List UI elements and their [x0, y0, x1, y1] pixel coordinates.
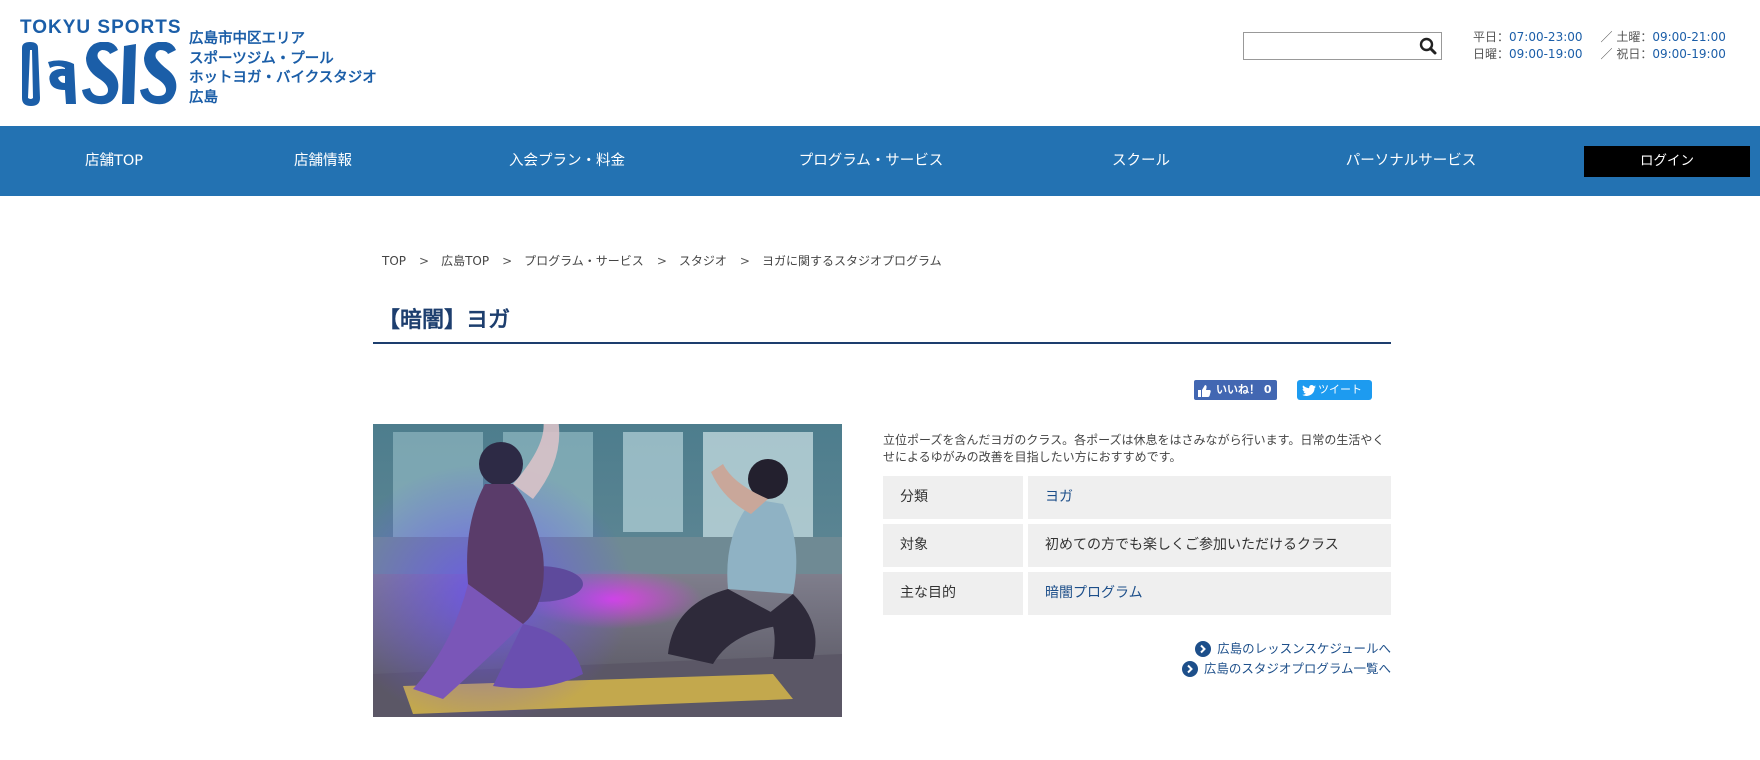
tweet-label: ツイート: [1318, 383, 1362, 396]
breadcrumb-top[interactable]: TOP: [382, 254, 406, 268]
sunday-label: 日曜：: [1473, 46, 1510, 61]
store-name-block[interactable]: 広島市中区エリア スポーツジム・プール ホットヨガ・バイクスタジオ 広島: [189, 30, 377, 108]
breadcrumb-separator: >: [739, 254, 750, 268]
title-divider: [373, 342, 1391, 344]
store-line-city: 広島: [189, 89, 218, 106]
search-icon[interactable]: [1419, 37, 1437, 59]
nav-item-personal[interactable]: パーソナルサービス: [1346, 126, 1477, 196]
store-line-gym: スポーツジム・プール: [189, 50, 334, 67]
info-label: 対象: [883, 524, 1023, 567]
site-header: TOKYU SPORTS 広島市中区エリア スポーツジム・プール ホットヨガ・バ…: [0, 0, 1760, 126]
lesson-schedule-link-label: 広島のレッスンスケジュールへ: [1217, 641, 1391, 656]
circle-arrow-right-icon: [1181, 661, 1198, 682]
search-box: [1243, 32, 1442, 60]
breadcrumb-programs[interactable]: プログラム・サービス: [524, 252, 644, 269]
info-row-category: 分類 ヨガ: [883, 476, 1391, 519]
login-button[interactable]: ログイン: [1584, 146, 1750, 177]
like-label: いいね！ 0: [1216, 383, 1272, 396]
info-value-purpose-link[interactable]: 暗闇プログラム: [1028, 572, 1391, 615]
thumbs-up-icon: [1198, 384, 1211, 404]
weekday-hours: 07:00-23:00: [1509, 30, 1583, 44]
nav-item-store-top[interactable]: 店舗TOP: [85, 126, 143, 196]
breadcrumb-studio[interactable]: スタジオ: [679, 252, 727, 269]
info-label: 主な目的: [883, 572, 1023, 615]
store-line-studio: ホットヨガ・バイクスタジオ: [189, 70, 377, 86]
info-label: 分類: [883, 476, 1023, 519]
oasis-logo[interactable]: [18, 42, 183, 106]
facebook-like-button[interactable]: いいね！ 0: [1194, 380, 1277, 400]
weekday-label: 平日：: [1473, 30, 1510, 44]
breadcrumb-hiroshima-top[interactable]: 広島TOP: [441, 252, 489, 269]
nav-item-plans[interactable]: 入会プラン・料金: [509, 126, 625, 196]
main-nav: 店舗TOP 店舗情報 入会プラン・料金 プログラム・サービス スクール パーソナ…: [0, 126, 1760, 196]
sunday-hours: 09:00-19:00: [1509, 46, 1583, 61]
brand-top-text[interactable]: TOKYU SPORTS: [20, 17, 182, 39]
breadcrumb: TOP > 広島TOP > プログラム・サービス > スタジオ > ヨガに関するスタジオプログラ…: [382, 252, 942, 269]
hours-row-2: 日曜：09:00-19:00 ／ 祝日：09:00-19:00: [1473, 46, 1726, 63]
breadcrumb-current: ヨガに関するスタジオプログラム: [761, 254, 942, 268]
nav-item-school[interactable]: スクール: [1112, 126, 1170, 196]
info-row-target: 対象 初めての方でも楽しくご参加いただけるクラス: [883, 524, 1391, 567]
lesson-schedule-link[interactable]: 広島のレッスンスケジュールへ: [1195, 640, 1391, 658]
search-input[interactable]: [1248, 34, 1412, 60]
saturday-hours: 09:00-21:00: [1652, 30, 1726, 44]
studio-program-list-link[interactable]: 広島のスタジオプログラム一覧へ: [1181, 660, 1391, 678]
nav-item-store-info[interactable]: 店舗情報: [294, 126, 352, 196]
tweet-button[interactable]: ツイート: [1297, 380, 1372, 400]
info-value-target: 初めての方でも楽しくご参加いただけるクラス: [1028, 524, 1391, 567]
breadcrumb-separator: >: [656, 254, 667, 268]
opening-hours: 平日：07:00-23:00 ／ 土曜：09:00-21:00 日曜：09:00-…: [1473, 29, 1726, 62]
yoga-class-photo: [373, 424, 842, 717]
program-description: 立位ポーズを含んだヨガのクラス。各ポーズは休息をはさみながら行います。日常の生活…: [883, 433, 1385, 464]
store-line-area: 広島市中区エリア: [189, 31, 305, 47]
holiday-hours: 09:00-19:00: [1652, 46, 1726, 61]
nav-item-programs[interactable]: プログラム・サービス: [799, 126, 944, 196]
twitter-bird-icon: [1302, 384, 1316, 404]
holiday-label: ／ 祝日：: [1600, 46, 1653, 61]
page-title: 【暗闇】ヨガ: [378, 308, 511, 333]
info-row-purpose: 主な目的 暗闇プログラム: [883, 572, 1391, 615]
hours-row-1: 平日：07:00-23:00 ／ 土曜：09:00-21:00: [1473, 29, 1726, 46]
breadcrumb-separator: >: [419, 254, 430, 268]
studio-program-list-link-label: 広島のスタジオプログラム一覧へ: [1203, 661, 1391, 676]
saturday-label: ／ 土曜：: [1600, 30, 1653, 44]
breadcrumb-separator: >: [502, 254, 513, 268]
circle-arrow-right-icon: [1195, 641, 1212, 662]
info-value-category-link[interactable]: ヨガ: [1028, 476, 1391, 519]
